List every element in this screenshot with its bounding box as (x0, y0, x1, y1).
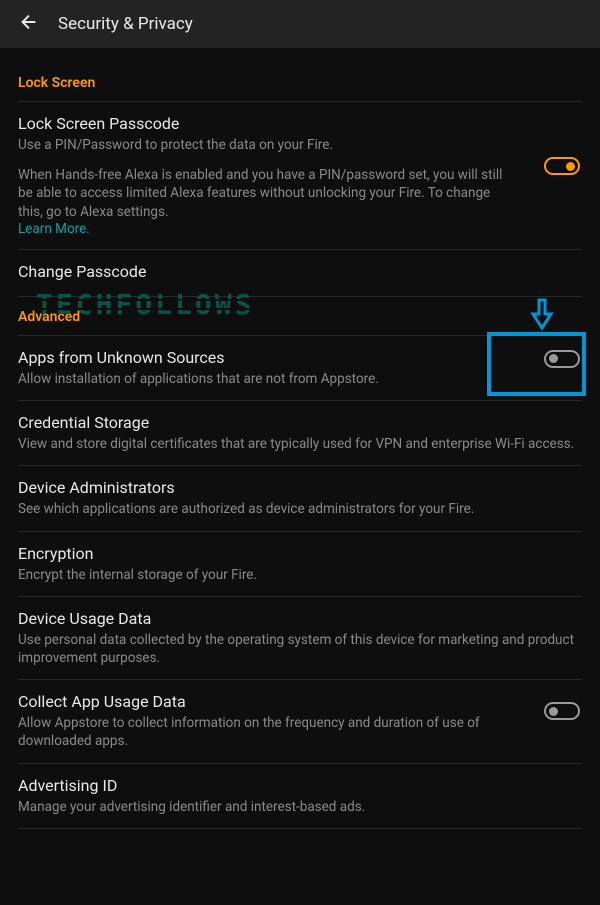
setting-title: Change Passcode (18, 262, 582, 281)
page-title: Security & Privacy (58, 14, 193, 34)
setting-desc: Allow installation of applications that … (18, 370, 582, 388)
setting-title: Device Usage Data (18, 609, 582, 628)
setting-collect-app-usage[interactable]: Collect App Usage Data Allow Appstore to… (18, 680, 582, 763)
toggle-lock-screen-passcode[interactable] (544, 157, 580, 175)
setting-lock-screen-passcode[interactable]: Lock Screen Passcode Use a PIN/Password … (18, 102, 582, 250)
setting-desc: Use a PIN/Password to protect the data o… (18, 136, 582, 154)
section-header-lock-screen: Lock Screen (18, 63, 582, 102)
setting-encryption[interactable]: Encryption Encrypt the internal storage … (18, 532, 582, 597)
setting-title: Apps from Unknown Sources (18, 348, 582, 367)
setting-device-administrators[interactable]: Device Administrators See which applicat… (18, 466, 582, 531)
setting-desc-extra: When Hands-free Alexa is enabled and you… (18, 166, 518, 221)
learn-more-link[interactable]: Learn More. (18, 221, 582, 237)
setting-title: Encryption (18, 544, 582, 563)
setting-desc: View and store digital certificates that… (18, 435, 582, 453)
setting-desc: Encrypt the internal storage of your Fir… (18, 566, 582, 584)
setting-apps-unknown-sources[interactable]: Apps from Unknown Sources Allow installa… (18, 336, 582, 401)
settings-content: Lock Screen Lock Screen Passcode Use a P… (0, 48, 600, 829)
app-header: Security & Privacy (0, 0, 600, 48)
setting-title: Lock Screen Passcode (18, 114, 582, 133)
setting-credential-storage[interactable]: Credential Storage View and store digita… (18, 401, 582, 466)
setting-desc: Manage your advertising identifier and i… (18, 798, 582, 816)
section-header-advanced: Advanced (18, 297, 582, 336)
setting-device-usage-data[interactable]: Device Usage Data Use personal data coll… (18, 597, 582, 680)
setting-desc: Allow Appstore to collect information on… (18, 714, 532, 750)
setting-change-passcode[interactable]: Change Passcode (18, 250, 582, 297)
setting-title: Device Administrators (18, 478, 582, 497)
setting-title: Advertising ID (18, 776, 582, 795)
toggle-unknown-sources[interactable] (544, 350, 580, 368)
setting-title: Collect App Usage Data (18, 692, 532, 711)
toggle-collect-app-usage[interactable] (544, 702, 580, 720)
setting-desc: Use personal data collected by the opera… (18, 631, 582, 667)
back-arrow-icon[interactable] (18, 11, 40, 37)
setting-advertising-id[interactable]: Advertising ID Manage your advertising i… (18, 764, 582, 829)
setting-title: Credential Storage (18, 413, 582, 432)
setting-desc: See which applications are authorized as… (18, 500, 582, 518)
